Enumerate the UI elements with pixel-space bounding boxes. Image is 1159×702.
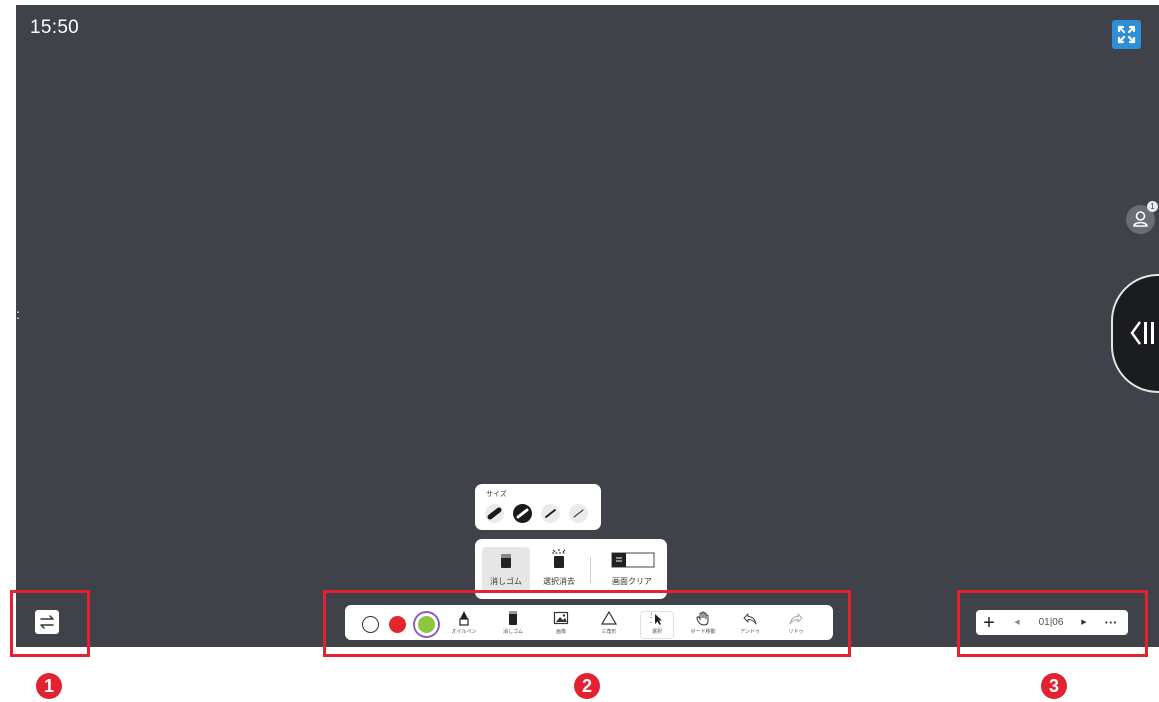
selective-erase-label: 選択消去	[543, 577, 575, 586]
side-menu-marker: :	[16, 306, 20, 322]
side-panel-handle[interactable]	[1111, 274, 1159, 393]
panel-collapse-icon	[1130, 321, 1154, 345]
eraser-option-selective-erase[interactable]: 選択消去	[535, 547, 583, 591]
clear-screen-icon	[611, 552, 655, 568]
clear-screen-label: 画面クリア	[612, 577, 652, 586]
pen-size-popup: サイズ	[475, 484, 601, 530]
clock: 15:50	[30, 17, 80, 38]
callout-number-2: 2	[574, 673, 600, 699]
callout-frame-2	[323, 590, 851, 657]
fullscreen-button[interactable]	[1112, 20, 1141, 49]
eraser-icon	[501, 554, 511, 568]
size-option-thick[interactable]	[513, 504, 532, 523]
size-option-thin[interactable]	[569, 504, 588, 523]
eraser-option-eraser[interactable]: 消しゴム	[482, 547, 530, 591]
whiteboard-canvas[interactable]: 15:50 : 1 サイズ 消しゴム 選択消去 画面クリア	[16, 5, 1159, 647]
fullscreen-icon	[1117, 25, 1136, 44]
callout-number-1: 1	[36, 673, 62, 699]
callout-frame-3	[957, 590, 1148, 657]
divider	[590, 557, 591, 583]
callout-frame-1	[10, 590, 90, 657]
size-medium-icon	[545, 509, 556, 518]
size-thin-icon	[573, 509, 584, 518]
callout-number-3: 3	[1041, 673, 1067, 699]
eraser-option-label: 消しゴム	[490, 577, 522, 586]
eraser-option-clear-screen[interactable]: 画面クリア	[603, 547, 661, 591]
participant-count-badge: 1	[1147, 201, 1158, 212]
selective-erase-icon	[552, 549, 566, 568]
size-popup-title: サイズ	[486, 490, 507, 498]
size-thick-icon	[516, 508, 529, 519]
size-extra-thick-icon	[487, 507, 502, 520]
size-option-medium[interactable]	[541, 504, 560, 523]
size-option-extra-thick[interactable]	[485, 504, 504, 523]
